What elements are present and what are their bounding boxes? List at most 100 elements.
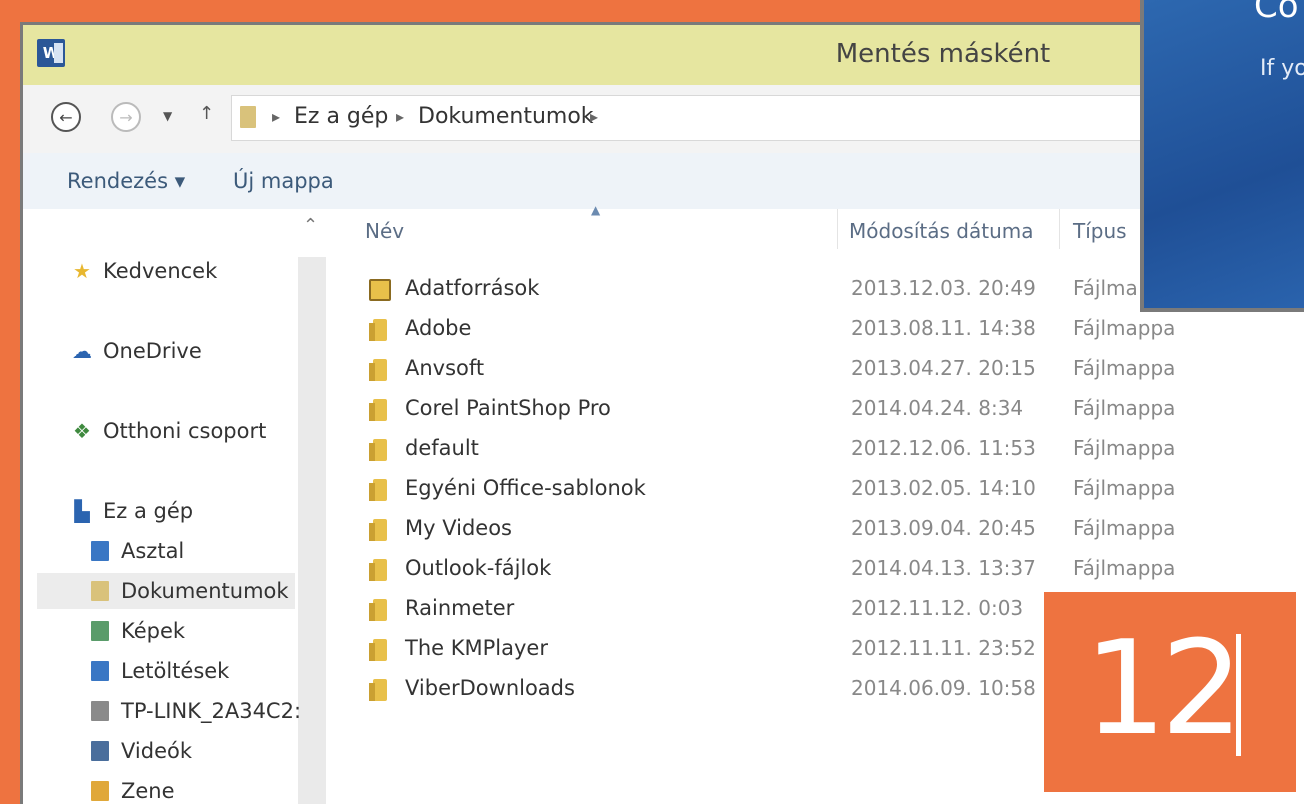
cloud-icon: ☁ (72, 339, 92, 363)
chevron-right-icon[interactable]: ▸ (396, 107, 404, 126)
file-row[interactable]: My Videos 2013.09.04. 20:45 Fájlmappa (323, 511, 1304, 549)
column-header-name[interactable]: Név (365, 219, 404, 243)
nav-item-favorites[interactable]: ★ Kedvencek (71, 253, 217, 289)
downloads-icon (91, 661, 109, 681)
nav-item-onedrive[interactable]: ☁ OneDrive (71, 333, 202, 369)
nav-item-label: Otthoni csoport (103, 419, 267, 443)
file-type: Fájlmappa (1073, 476, 1176, 500)
file-row[interactable]: Adobe 2013.08.11. 14:38 Fájlmappa (323, 311, 1304, 349)
file-date: 2014.06.09. 10:58 (851, 676, 1036, 700)
new-folder-button[interactable]: Új mappa (233, 169, 334, 193)
recent-locations-chevron-icon[interactable]: ▼ (163, 109, 172, 123)
nav-item-label: Kedvencek (103, 259, 218, 283)
folder-icon (369, 359, 387, 381)
file-row[interactable]: Egyéni Office-sablonok 2013.02.05. 14:10… (323, 471, 1304, 509)
file-type: Fájlmappa (1073, 436, 1176, 460)
file-date: 2013.02.05. 14:10 (851, 476, 1036, 500)
folder-icon (369, 679, 387, 701)
back-arrow-icon[interactable]: ← (51, 102, 81, 132)
folder-icon (369, 479, 387, 501)
nav-item-label: Letöltések (121, 659, 230, 683)
file-date: 2012.11.12. 0:03 (851, 596, 1024, 620)
nav-item-documents[interactable]: Dokumentumok (37, 573, 295, 609)
badge-divider (1236, 634, 1241, 756)
background-window-panel: Co If yo (1140, 0, 1304, 312)
folder-icon (369, 599, 387, 621)
file-type: Fájlmappa (1073, 516, 1176, 540)
file-date: 2014.04.24. 8:34 (851, 396, 1024, 420)
nav-item-videos[interactable]: Videók (91, 733, 192, 769)
file-date: 2013.09.04. 20:45 (851, 516, 1036, 540)
nav-item-label: Videók (121, 739, 192, 763)
scroll-up-icon[interactable]: ⌃ (303, 215, 318, 236)
nav-item-homegroup[interactable]: ❖ Otthoni csoport (71, 413, 266, 449)
nav-item-network-share[interactable]: TP-LINK_2A34C2: (91, 693, 301, 729)
nav-item-pictures[interactable]: Képek (91, 613, 185, 649)
nav-item-label: TP-LINK_2A34C2: (121, 699, 302, 723)
nav-item-downloads[interactable]: Letöltések (91, 653, 229, 689)
file-name: Outlook-fájlok (405, 556, 552, 580)
file-date: 2013.12.03. 20:49 (851, 276, 1036, 300)
file-name: Anvsoft (405, 356, 485, 380)
nav-item-label: Képek (121, 619, 186, 643)
file-name: Adatforrások (405, 276, 540, 300)
window-title: Mentés másként (835, 39, 1051, 69)
file-name: The KMPlayer (405, 636, 548, 660)
file-name: My Videos (405, 516, 512, 540)
breadcrumb-this-pc[interactable]: Ez a gép (294, 104, 388, 129)
file-name: default (405, 436, 479, 460)
forward-arrow-icon[interactable]: → (111, 102, 141, 132)
column-divider[interactable] (837, 209, 838, 249)
nav-item-label: Ez a gép (103, 499, 194, 523)
sort-ascending-icon: ▲ (591, 203, 601, 217)
file-date: 2013.08.11. 14:38 (851, 316, 1036, 340)
navigation-pane: ⌃ ★ Kedvencek ☁ OneDrive ❖ Otthoni csopo… (23, 209, 326, 804)
file-name: Rainmeter (405, 596, 515, 620)
chevron-right-icon[interactable]: ▸ (590, 107, 598, 126)
file-row[interactable]: Outlook-fájlok 2014.04.13. 13:37 Fájlmap… (323, 551, 1304, 589)
data-sources-folder-icon (369, 279, 391, 301)
nav-item-label: Asztal (121, 539, 185, 563)
nav-item-music[interactable]: Zene (91, 773, 175, 804)
computer-icon: ▙ (74, 499, 90, 523)
file-type: Fájlmappa (1073, 556, 1176, 580)
file-date: 2012.11.11. 23:52 (851, 636, 1036, 660)
nav-item-this-pc[interactable]: ▙ Ez a gép (71, 493, 193, 529)
file-date: 2014.04.13. 13:37 (851, 556, 1036, 580)
homegroup-icon: ❖ (73, 419, 91, 443)
music-icon (91, 781, 109, 801)
folder-icon (369, 559, 387, 581)
folder-icon (369, 639, 387, 661)
file-type: Fájlmappa (1073, 396, 1176, 420)
folder-icon (369, 319, 387, 341)
nav-item-label: Zene (121, 779, 175, 803)
file-row[interactable]: Corel PaintShop Pro 2014.04.24. 8:34 Fáj… (323, 391, 1304, 429)
file-date: 2012.12.06. 11:53 (851, 436, 1036, 460)
command-bar: Rendezés ▾ Új mappa (23, 153, 1304, 209)
step-number-badge: 12 (1044, 592, 1296, 792)
column-header-date[interactable]: Módosítás dátuma (849, 219, 1033, 243)
nav-scrollbar[interactable] (298, 257, 326, 804)
pictures-icon (91, 621, 109, 641)
panel-text: If yo (1260, 56, 1304, 81)
chevron-right-icon[interactable]: ▸ (272, 107, 280, 126)
nav-item-label: Dokumentumok (121, 579, 289, 603)
file-name: Corel PaintShop Pro (405, 396, 611, 420)
breadcrumb-documents[interactable]: Dokumentumok (418, 104, 594, 129)
address-bar: ← → ▼ ↑ ▸ Ez a gép ▸ Dokumentumok ▸ (23, 85, 1304, 153)
column-header-type[interactable]: Típus (1073, 219, 1127, 243)
nav-item-label: OneDrive (103, 339, 202, 363)
file-row[interactable]: default 2012.12.06. 11:53 Fájlmappa (323, 431, 1304, 469)
step-number: 12 (1084, 612, 1243, 764)
file-name: Adobe (405, 316, 472, 340)
up-arrow-icon[interactable]: ↑ (199, 103, 214, 124)
file-type: Fájlma (1073, 276, 1138, 300)
documents-folder-icon (240, 106, 256, 128)
panel-heading: Co (1254, 0, 1299, 26)
file-row[interactable]: Anvsoft 2013.04.27. 20:15 Fájlmappa (323, 351, 1304, 389)
nav-item-desktop[interactable]: Asztal (91, 533, 184, 569)
videos-icon (91, 741, 109, 761)
column-divider[interactable] (1059, 209, 1060, 249)
organize-button[interactable]: Rendezés ▾ (67, 169, 185, 193)
documents-icon (91, 581, 109, 601)
